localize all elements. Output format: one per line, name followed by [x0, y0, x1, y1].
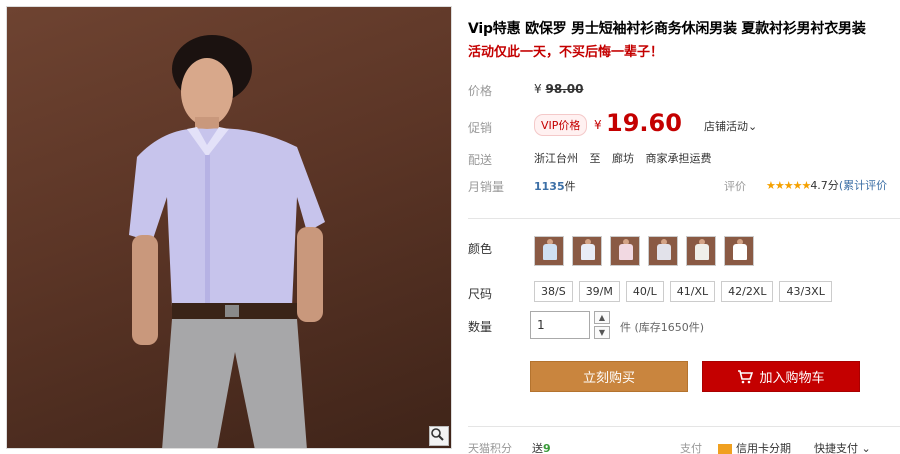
- color-label: 颜色: [468, 242, 493, 256]
- product-detail: Vip特惠 欧保罗 男士短袖衬衫商务休闲男装 夏款衬衫男衬衣男装 活动仅此一天，…: [468, 0, 900, 454]
- shipping-label: 配送: [468, 153, 493, 167]
- monthly-sales-label: 月销量: [468, 180, 505, 194]
- points-prefix: 送: [532, 442, 543, 454]
- credit-label: 信用卡分期: [736, 442, 791, 454]
- credit-installment[interactable]: 信用卡分期: [718, 440, 791, 454]
- quick-pay[interactable]: 快捷支付 ⌄: [814, 440, 871, 454]
- quantity-increase-icon[interactable]: ▲: [594, 311, 610, 324]
- color-swatch[interactable]: [724, 236, 754, 266]
- size-option[interactable]: 41/XL: [669, 281, 716, 302]
- vip-badge: VIP价格: [534, 114, 588, 136]
- rating[interactable]: ★★★★★4.7分(累计评价: [766, 177, 887, 193]
- points-info: 送9: [532, 440, 551, 454]
- rating-score: 4.7分: [810, 179, 839, 192]
- sales-unit: 件: [564, 180, 576, 193]
- color-swatch[interactable]: [610, 236, 640, 266]
- store-activity-dropdown[interactable]: 店铺活动⌄: [704, 118, 757, 134]
- points-label: 天猫积分: [468, 442, 512, 454]
- chevron-down-icon: ⌄: [748, 120, 758, 133]
- points-value: 9: [543, 442, 551, 454]
- divider: [468, 426, 900, 427]
- buy-now-button[interactable]: 立刻购买: [530, 361, 688, 392]
- color-swatch[interactable]: [648, 236, 678, 266]
- size-option[interactable]: 38/S: [534, 281, 573, 302]
- quantity-label: 数量: [468, 320, 493, 334]
- ship-fee: 商家承担运费: [645, 152, 712, 165]
- stock-info: 件 (库存1650件): [620, 321, 705, 334]
- review-count-link[interactable]: (累计评价: [839, 179, 887, 192]
- zoom-icon[interactable]: [429, 426, 449, 446]
- price-label: 价格: [468, 84, 493, 98]
- promo-currency: ¥: [594, 118, 602, 132]
- currency-symbol: ¥: [534, 82, 542, 96]
- ship-to[interactable]: 廊坊: [612, 152, 634, 165]
- ship-from[interactable]: 浙江台州: [534, 152, 578, 165]
- size-option[interactable]: 39/M: [578, 281, 620, 302]
- original-price: ¥ 98.00: [534, 82, 583, 96]
- size-option[interactable]: 42/2XL: [721, 281, 774, 302]
- product-title: Vip特惠 欧保罗 男士短袖衬衫商务休闲男装 夏款衬衫男衬衣男装: [468, 21, 866, 37]
- color-swatch[interactable]: [572, 236, 602, 266]
- credit-card-icon: [718, 444, 732, 454]
- cart-icon: [738, 369, 754, 383]
- color-swatch[interactable]: [534, 236, 564, 266]
- star-rating-icon: ★★★★★: [766, 179, 811, 192]
- model-illustration: [129, 35, 325, 448]
- size-option[interactable]: 43/3XL: [779, 281, 832, 302]
- price-box: 价格 ¥ 98.00 促销 VIP价格 ¥ 19.60 店铺活动⌄ 配送 浙江台…: [468, 70, 900, 200]
- promo-label: 促销: [468, 121, 493, 135]
- shipping-info: 浙江台州 至 廊坊 商家承担运费: [534, 150, 720, 166]
- quantity-input[interactable]: [530, 311, 590, 339]
- divider: [468, 218, 900, 219]
- add-to-cart-label: 加入购物车: [759, 371, 825, 386]
- buy-now-label: 立刻购买: [582, 371, 635, 386]
- monthly-sales: 1135件: [534, 178, 576, 194]
- pay-label: 支付: [680, 442, 702, 454]
- promo-price: 19.60: [606, 109, 682, 137]
- original-price-value: 98.00: [545, 82, 584, 96]
- size-option[interactable]: 40/L: [625, 281, 664, 302]
- product-photo[interactable]: [6, 6, 452, 449]
- rating-label: 评价: [724, 180, 746, 193]
- chevron-down-icon: ⌄: [861, 442, 871, 454]
- store-activity-label: 店铺活动: [704, 120, 748, 133]
- ship-to-word: 至: [589, 152, 601, 165]
- size-label: 尺码: [468, 287, 493, 301]
- sales-count: 1135: [534, 180, 565, 193]
- size-options: 38/S 39/M 40/L 41/XL 42/2XL 43/3XL: [534, 281, 832, 302]
- product-subtitle: 活动仅此一天，不买后悔一辈子！: [468, 45, 664, 60]
- quick-pay-label: 快捷支付: [814, 442, 858, 454]
- color-swatch[interactable]: [686, 236, 716, 266]
- add-to-cart-button[interactable]: 加入购物车: [702, 361, 860, 392]
- quantity-decrease-icon[interactable]: ▼: [594, 326, 610, 339]
- color-swatches: [534, 236, 754, 266]
